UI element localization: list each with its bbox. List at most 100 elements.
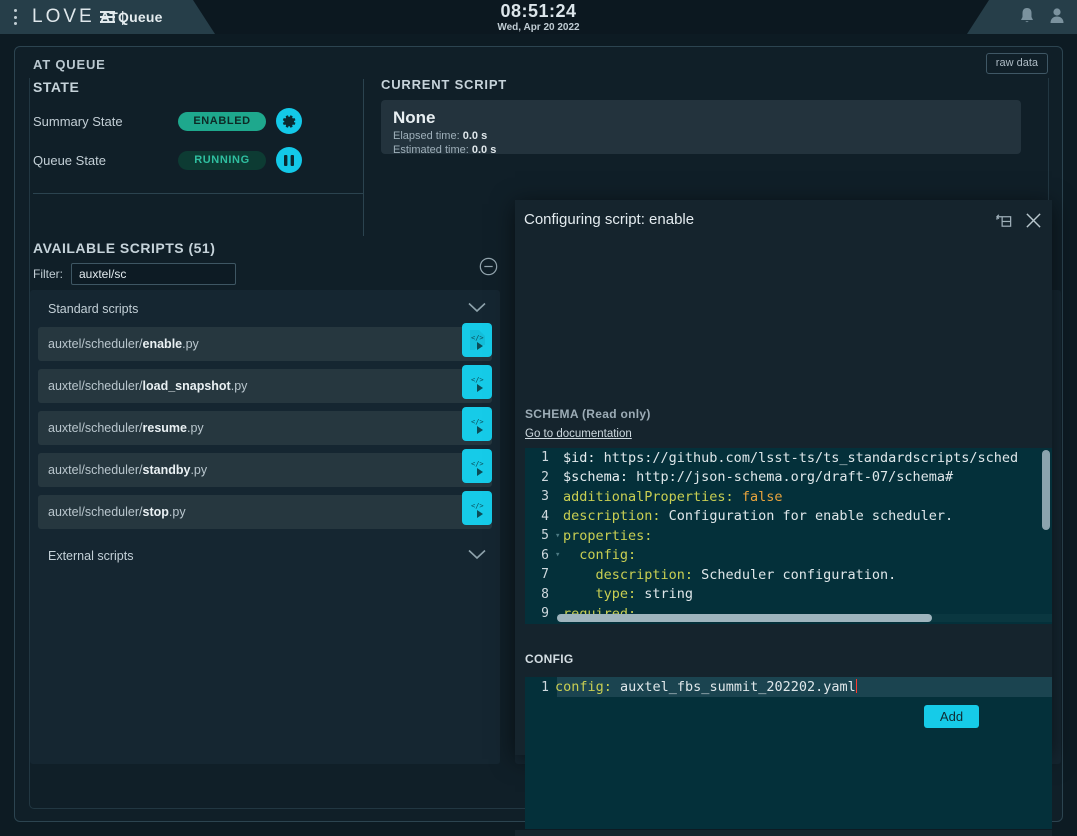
schema-label: SCHEMA (Read only): [525, 407, 651, 421]
chevron-down-icon: [468, 549, 486, 563]
script-launch-icon[interactable]: </>: [462, 365, 492, 399]
schema-code-editor[interactable]: 1 $id: https://github.com/lsst-ts/ts_stan…: [525, 448, 1052, 624]
fold-arrow-icon[interactable]: ▾: [555, 531, 563, 541]
kebab-menu-icon[interactable]: [13, 9, 17, 25]
filter-input[interactable]: [71, 263, 236, 285]
svg-text:</>: </>: [471, 334, 484, 342]
minus-circle-icon[interactable]: [479, 257, 498, 281]
schema-code-line: 6▾ config:: [525, 546, 1052, 566]
group-header-standard-scripts[interactable]: Standard scripts: [30, 290, 500, 327]
queue-state-badge: RUNNING: [178, 151, 266, 170]
filter-label: Filter:: [33, 267, 63, 281]
documentation-link[interactable]: Go to documentation: [525, 428, 632, 440]
queue-state-label: Queue State: [33, 153, 178, 168]
script-launch-icon[interactable]: </>: [462, 323, 492, 357]
elapsed-label: Elapsed time:: [393, 130, 460, 142]
code-text: type: string: [563, 586, 693, 602]
top-bar-icons: [1019, 7, 1065, 25]
config-gutter: [525, 677, 557, 829]
state-row-queue: Queue State RUNNING: [33, 147, 363, 173]
chevron-down-icon: [468, 302, 486, 316]
line-number: 2: [525, 470, 555, 485]
code-text: properties:: [563, 528, 652, 544]
config-label: CONFIG: [525, 652, 573, 666]
config-code-text: config: auxtel_fbs_summit_202202.yaml: [555, 679, 857, 695]
schema-code-line: 2 $schema: http://json-schema.org/draft-0…: [525, 468, 1052, 488]
filter-row: Filter:: [33, 263, 236, 285]
svg-text:</>: </>: [471, 376, 484, 384]
duplicate-window-icon[interactable]: [996, 213, 1013, 234]
modal-form: Pause checkpoints .* Stop checkpoints .*…: [515, 830, 1052, 836]
group-label-standard: Standard scripts: [48, 302, 138, 316]
script-name: auxtel/scheduler/resume.py: [48, 421, 204, 435]
code-text: $id: https://github.com/lsst-ts/ts_stand…: [563, 450, 1018, 466]
code-text: config:: [563, 547, 636, 563]
configure-script-modal: Configuring script: enable SCHEMA (Read …: [515, 200, 1052, 755]
state-heading: STATE: [33, 79, 363, 95]
current-script-name: None: [393, 108, 1009, 128]
group-header-external-scripts[interactable]: External scripts: [30, 537, 500, 574]
group-label-external: External scripts: [48, 549, 133, 563]
section-divider: [363, 79, 364, 236]
script-name: auxtel/scheduler/enable.py: [48, 337, 199, 351]
line-number: 3: [525, 489, 555, 504]
bell-icon[interactable]: [1019, 7, 1035, 25]
schema-code-line: 8 type: string: [525, 585, 1052, 605]
close-icon[interactable]: [1025, 212, 1042, 234]
script-list-item[interactable]: auxtel/scheduler/load_snapshot.py </>: [38, 369, 492, 403]
svg-text:</>: </>: [471, 418, 484, 426]
state-row-summary: Summary State ENABLED: [33, 108, 363, 134]
line-number: 4: [525, 509, 555, 524]
schema-label-text: SCHEMA: [525, 407, 578, 421]
estimated-value: 0.0 s: [472, 144, 496, 156]
schema-code-line: 3 additionalProperties: false: [525, 487, 1052, 507]
script-launch-icon[interactable]: </>: [462, 491, 492, 525]
script-launch-icon[interactable]: </>: [462, 449, 492, 483]
schema-code-line: 1 $id: https://github.com/lsst-ts/ts_stan…: [525, 448, 1052, 468]
modal-actions: [996, 212, 1042, 234]
add-script-button[interactable]: Add: [924, 705, 979, 728]
schema-code-line: 5▾properties:: [525, 526, 1052, 546]
line-number: 5: [525, 528, 555, 543]
fold-arrow-icon[interactable]: ▾: [555, 550, 563, 560]
summary-state-badge: ENABLED: [178, 112, 266, 131]
elapsed-value: 0.0 s: [463, 130, 487, 142]
user-icon[interactable]: [1049, 7, 1065, 25]
script-list-item[interactable]: auxtel/scheduler/standby.py </>: [38, 453, 492, 487]
schema-horizontal-scrollbar-thumb[interactable]: [557, 614, 932, 622]
line-number: 7: [525, 567, 555, 582]
line-number: 1: [525, 450, 555, 465]
scripts-list-container: Standard scripts auxtel/scheduler/enable…: [30, 290, 500, 764]
panel-title: AT QUEUE: [33, 57, 106, 72]
schema-readonly-text: (Read only): [582, 407, 651, 421]
code-text: additionalProperties: false: [563, 489, 782, 505]
current-script-elapsed: Elapsed time: 0.0 s: [393, 130, 1009, 142]
script-name: auxtel/scheduler/load_snapshot.py: [48, 379, 247, 393]
line-number: 6: [525, 548, 555, 563]
script-name: auxtel/scheduler/stop.py: [48, 505, 186, 519]
schema-vertical-scrollbar[interactable]: [1042, 450, 1050, 530]
gear-icon[interactable]: [276, 108, 302, 134]
code-text: description: Configuration for enable sc…: [563, 508, 953, 524]
current-script-section: CURRENT SCRIPT None Elapsed time: 0.0 s …: [381, 77, 1021, 154]
script-list-item[interactable]: auxtel/scheduler/resume.py </>: [38, 411, 492, 445]
love-logo-text: LOVE: [32, 6, 95, 28]
state-divider: [33, 193, 363, 194]
summary-state-label: Summary State: [33, 114, 178, 129]
config-line-number: 1: [525, 680, 555, 695]
code-text: $schema: http://json-schema.org/draft-07…: [563, 469, 953, 485]
pause-icon[interactable]: [276, 147, 302, 173]
line-number: 9: [525, 606, 555, 621]
code-text: description: Scheduler configuration.: [563, 567, 896, 583]
current-script-heading: CURRENT SCRIPT: [381, 77, 1021, 92]
top-bar: LOVE | ATQueue 08:51:24 Wed, Apr 20 2022: [0, 0, 1077, 34]
schema-code-line: 7 description: Scheduler configuration.: [525, 565, 1052, 585]
group-body-standard-scripts: auxtel/scheduler/enable.py </> auxtel/sc…: [30, 327, 500, 529]
svg-text:</>: </>: [471, 502, 484, 510]
config-code-editor[interactable]: 1 config: auxtel_fbs_summit_202202.yaml: [525, 677, 1052, 829]
state-section: STATE Summary State ENABLED Queue State …: [33, 79, 363, 173]
script-list-item[interactable]: auxtel/scheduler/enable.py </>: [38, 327, 492, 361]
script-list-item[interactable]: auxtel/scheduler/stop.py </>: [38, 495, 492, 529]
script-launch-icon[interactable]: </>: [462, 407, 492, 441]
raw-data-button[interactable]: raw data: [986, 53, 1048, 74]
